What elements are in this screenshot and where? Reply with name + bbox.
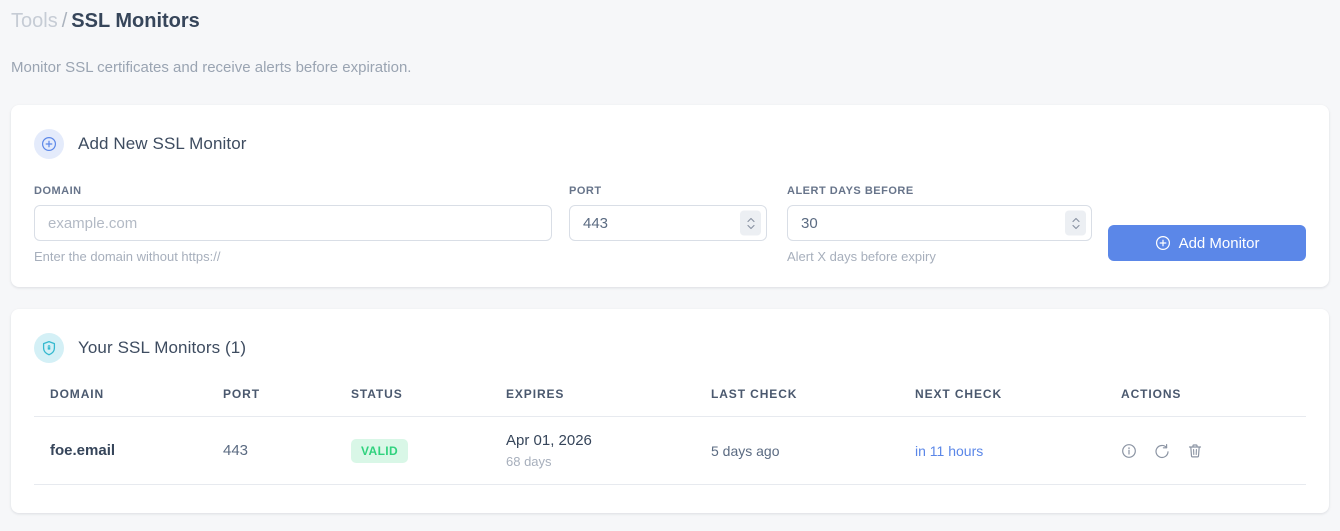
col-header-port: PORT (223, 387, 260, 401)
monitor-domain: foe.email (50, 442, 116, 459)
domain-label: DOMAIN (34, 185, 82, 197)
col-header-expires: EXPIRES (506, 387, 565, 401)
monitor-expires-cell: Apr 01, 2026 68 days (490, 432, 695, 469)
add-monitor-form: DOMAIN Enter the domain without https://… (34, 185, 1306, 264)
monitor-next-check[interactable]: in 11 hours (899, 443, 1105, 459)
monitors-card-header: Your SSL Monitors (1) (34, 333, 1306, 363)
domain-input[interactable] (34, 205, 552, 241)
add-monitor-button-label: Add Monitor (1178, 234, 1260, 252)
alert-days-field-group: ALERT DAYS BEFORE Alert X days before ex… (787, 185, 1092, 264)
monitors-card: Your SSL Monitors (1) DOMAIN PORT STATUS… (11, 309, 1329, 513)
breadcrumb: Tools / SSL Monitors (11, 8, 1329, 34)
shield-icon (34, 333, 64, 363)
domain-field-group: DOMAIN Enter the domain without https:// (34, 185, 552, 264)
add-monitor-card: Add New SSL Monitor DOMAIN Enter the dom… (11, 105, 1329, 287)
port-label: PORT (569, 185, 602, 197)
page-subtitle: Monitor SSL certificates and receive ale… (11, 59, 412, 76)
breadcrumb-tools[interactable]: Tools (11, 10, 58, 32)
table-header-row: DOMAIN PORT STATUS EXPIRES LAST CHECK NE… (34, 387, 1306, 417)
alert-days-label: ALERT DAYS BEFORE (787, 185, 914, 197)
monitor-actions (1105, 443, 1306, 459)
col-header-status: STATUS (351, 387, 403, 401)
alert-days-input[interactable] (787, 205, 1092, 241)
info-icon (1122, 443, 1136, 458)
info-button[interactable] (1121, 443, 1137, 459)
col-header-last-check: LAST CHECK (711, 387, 798, 401)
monitor-port: 443 (223, 442, 249, 459)
delete-button[interactable] (1187, 443, 1203, 459)
monitor-status-cell: VALID (335, 438, 490, 463)
col-header-next-check: NEXT CHECK (915, 387, 1003, 401)
chevron-down-icon (746, 224, 755, 229)
alert-days-stepper[interactable] (1065, 210, 1086, 236)
plus-circle-icon (34, 129, 64, 159)
page-title: SSL Monitors (71, 10, 200, 32)
ssl-monitors-page: Tools / SSL Monitors Monitor SSL certifica… (0, 0, 1340, 523)
monitors-table: DOMAIN PORT STATUS EXPIRES LAST CHECK NE… (34, 387, 1306, 485)
expires-date: Apr 01, 2026 (506, 432, 592, 449)
col-header-domain: DOMAIN (50, 387, 105, 401)
col-header-actions: ACTIONS (1121, 387, 1182, 401)
breadcrumb-separator: / (61, 10, 68, 32)
plus-circle-icon (1155, 235, 1170, 251)
port-input[interactable] (569, 205, 767, 241)
monitors-card-title: Your SSL Monitors (1) (78, 338, 247, 357)
alert-days-helper: Alert X days before expiry (787, 249, 936, 264)
expires-days-remaining: 68 days (506, 454, 552, 469)
monitor-last-check: 5 days ago (711, 442, 780, 459)
table-row: foe.email 443 VALID Apr 01, 2026 68 days… (34, 417, 1306, 485)
port-field-group: PORT (569, 185, 767, 241)
status-badge: VALID (351, 438, 409, 463)
port-stepper[interactable] (740, 210, 761, 236)
refresh-button[interactable] (1154, 443, 1170, 459)
chevron-up-icon (1071, 217, 1080, 222)
refresh-icon (1155, 443, 1169, 458)
chevron-down-icon (1071, 224, 1080, 229)
add-monitor-button[interactable]: Add Monitor (1108, 225, 1306, 261)
add-card-title: Add New SSL Monitor (78, 134, 247, 153)
chevron-up-icon (746, 217, 755, 222)
domain-helper: Enter the domain without https:// (34, 249, 221, 264)
trash-icon (1188, 443, 1202, 458)
add-card-header: Add New SSL Monitor (34, 129, 1306, 159)
